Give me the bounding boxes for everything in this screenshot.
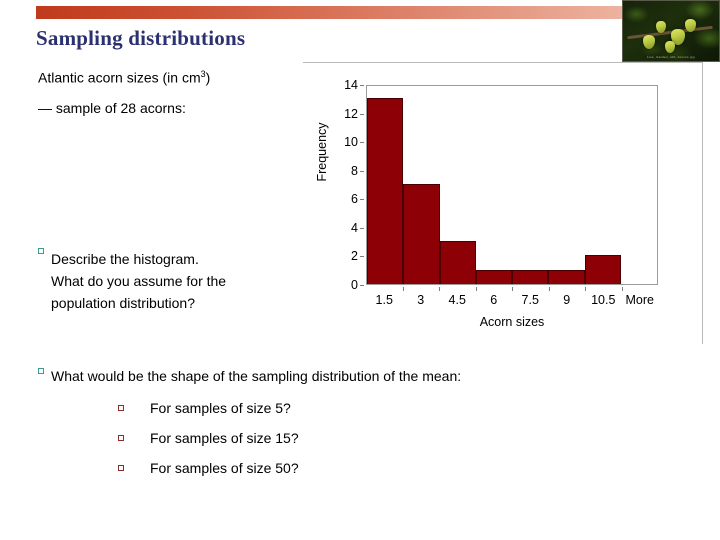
- sub-bullet-label: For samples of size 5?: [150, 400, 291, 416]
- x-axis-tick-mark: [585, 287, 586, 291]
- bullet-square-icon: [38, 368, 44, 374]
- bullet-describe-line-2: What do you assume for the: [51, 273, 227, 289]
- sub-bullet-square-icon: [118, 465, 124, 471]
- bullet-square-icon: [38, 248, 44, 254]
- sub-bullet-size-5: For samples of size 5?: [118, 400, 291, 416]
- lead-text-line-2: — sample of 28 acorns:: [38, 100, 186, 116]
- histogram-bar: [475, 269, 512, 284]
- x-axis-tick-mark: [548, 287, 550, 291]
- histogram-bar: [439, 241, 476, 284]
- x-axis-tick-label: 4.5: [448, 293, 466, 307]
- bar-cell: [548, 86, 585, 284]
- x-axis-tick-mark: [439, 287, 440, 291]
- lead-text-prefix: Atlantic acorn sizes (in cm: [38, 69, 201, 86]
- y-axis-tick-mark: [360, 170, 364, 172]
- x-axis-title: Acorn sizes: [479, 315, 545, 329]
- y-axis-tick-mark: [360, 285, 364, 286]
- bar-cell: [621, 86, 657, 284]
- histogram-bar: [367, 98, 404, 284]
- y-axis-tick-mark: [360, 199, 364, 201]
- y-axis-tick-mark: [360, 142, 364, 144]
- bullet-sampling-shape-label: What would be the shape of the sampling …: [51, 368, 462, 384]
- x-axis-tick-label: 7.5: [521, 293, 539, 307]
- y-axis-tick-label: 4: [351, 220, 358, 235]
- x-axis-tick-label: 1.5: [375, 293, 393, 307]
- y-axis-tick-label: 12: [344, 106, 358, 121]
- y-axis-tick-label: 14: [344, 78, 358, 92]
- acorn-photo: Live, Garden, Hill, Acorns.jpg: [622, 0, 720, 62]
- sub-bullet-size-50: For samples of size 50?: [118, 460, 299, 476]
- y-axis-tick-label: 2: [351, 249, 358, 264]
- lead-text-line-1: Atlantic acorn sizes (in cm3): [38, 69, 210, 86]
- photo-caption: Live, Garden, Hill, Acorns.jpg: [647, 55, 695, 59]
- bar-cell: [403, 86, 440, 284]
- y-axis-title: Frequency: [315, 122, 329, 182]
- y-axis: 0 2 4 6 8 10 12 14: [323, 78, 364, 292]
- sub-bullet-square-icon: [118, 405, 124, 411]
- y-axis-tick-mark: [360, 256, 364, 258]
- x-axis-tick-label: 9: [563, 293, 571, 307]
- bar-cell: [439, 86, 476, 284]
- sub-bullet-label: For samples of size 15?: [150, 430, 299, 446]
- bullet-describe-histogram: Describe the histogram. What do you assu…: [38, 248, 308, 314]
- sub-bullet-square-icon: [118, 435, 124, 441]
- bullet-sampling-shape: What would be the shape of the sampling …: [38, 368, 461, 384]
- plot-area: [366, 85, 658, 285]
- y-axis-tick-label: 0: [351, 278, 358, 292]
- bar-cell: [512, 86, 549, 284]
- bullet-describe-line-1: Describe the histogram.: [51, 251, 199, 267]
- x-axis-tick-mark: [402, 287, 404, 291]
- histogram-bar: [584, 255, 621, 284]
- sub-bullet-size-15: For samples of size 15?: [118, 430, 299, 446]
- bar-series: [367, 86, 657, 284]
- x-axis-tick-label: 6: [490, 293, 498, 307]
- histogram-chart: 0 2 4 6 8 10 12 14 Frequency 1.5 3 4.5 6 7.5 9 10.5 Mo…: [303, 62, 703, 344]
- sub-bullet-label: For samples of size 50?: [150, 460, 299, 476]
- y-axis-tick-label: 10: [344, 135, 358, 150]
- x-axis: 1.5 3 4.5 6 7.5 9 10.5 More: [366, 287, 658, 309]
- x-axis-tick-label: More: [625, 293, 654, 307]
- y-axis-tick-mark: [360, 113, 364, 115]
- x-axis-tick-mark: [621, 287, 623, 291]
- x-axis-tick-mark: [475, 287, 477, 291]
- histogram-bar: [512, 269, 549, 284]
- y-axis-tick-label: 8: [351, 163, 358, 178]
- x-axis-tick-mark: [512, 287, 513, 291]
- bullet-describe-line-3: population distribution?: [51, 295, 195, 311]
- x-axis-tick-label: 3: [417, 293, 425, 307]
- y-axis-tick-label: 6: [351, 192, 358, 207]
- histogram-bar: [548, 269, 585, 284]
- y-axis-tick-mark: [360, 85, 364, 86]
- bullet-row: Describe the histogram.: [38, 248, 308, 270]
- bar-cell: [584, 86, 621, 284]
- bar-cell: [367, 86, 404, 284]
- x-axis-tick-label: 10.5: [591, 293, 616, 307]
- header-accent-bar: [36, 6, 720, 19]
- bar-cell: [475, 86, 512, 284]
- lead-text-suffix: ): [205, 69, 211, 86]
- y-axis-tick-mark: [360, 227, 364, 229]
- histogram-bar: [403, 184, 440, 284]
- page-title: Sampling distributions: [36, 26, 246, 50]
